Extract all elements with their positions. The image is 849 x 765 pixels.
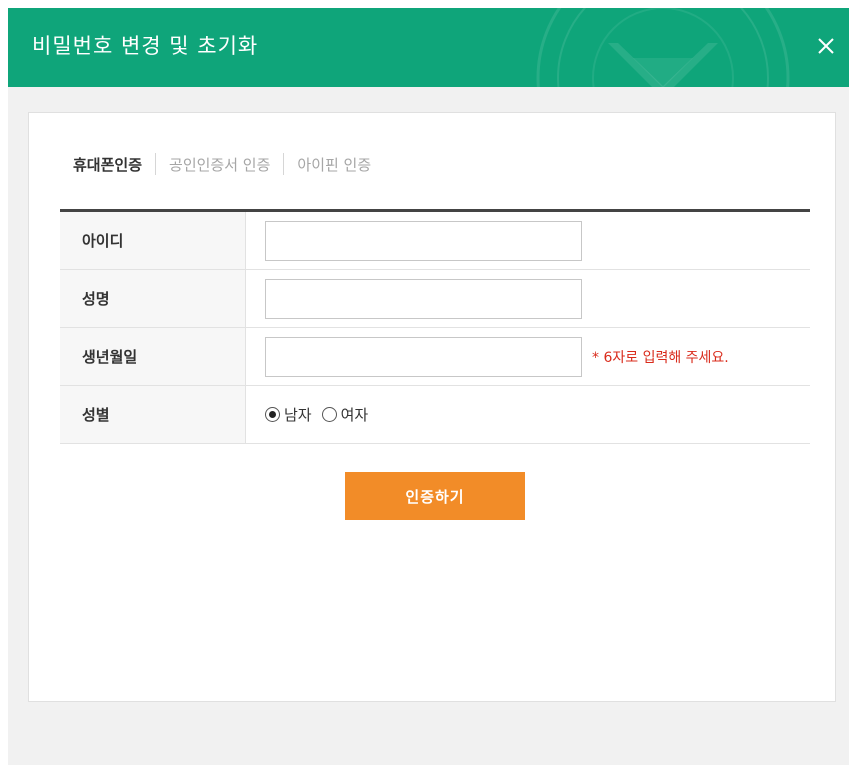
verify-button[interactable]: 인증하기 [345, 472, 525, 520]
verification-tabs: 휴대폰인증 공인인증서 인증 아이핀 인증 [73, 153, 371, 175]
verification-form: 아이디 성명 생년월일 * 6자로 입력해 주세요. 성별 남자 여자 [60, 209, 810, 444]
gender-label: 성별 [60, 386, 246, 443]
id-input[interactable] [265, 220, 582, 261]
gender-male-label: 남자 [284, 406, 312, 424]
tab-ipin-verification[interactable]: 아이핀 인증 [297, 154, 371, 175]
tab-phone-verification[interactable]: 휴대폰인증 [73, 154, 142, 175]
form-row-birthdate: 생년월일 * 6자로 입력해 주세요. [60, 328, 810, 386]
modal-title: 비밀번호 변경 및 초기화 [32, 34, 259, 58]
birthdate-hint: * 6자로 입력해 주세요. [592, 349, 729, 366]
tab-divider [283, 153, 285, 175]
gender-male-radio[interactable]: 남자 [265, 404, 312, 425]
birthdate-label: 생년월일 [60, 328, 246, 385]
gender-female-radio[interactable]: 여자 [321, 404, 369, 425]
id-label: 아이디 [60, 212, 246, 269]
form-row-gender: 성별 남자 여자 [60, 386, 810, 444]
password-reset-modal: 비밀번호 변경 및 초기화 휴대폰인증 공인인증서 인증 아이핀 인증 아이디 … [8, 8, 849, 765]
radio-unselected-icon[interactable] [321, 407, 337, 422]
verification-panel: 휴대폰인증 공인인증서 인증 아이핀 인증 아이디 성명 생년월일 * 6자로 … [28, 112, 836, 702]
gender-female-label: 여자 [340, 406, 369, 424]
radio-selected-icon[interactable] [265, 407, 280, 422]
tab-divider [155, 153, 157, 175]
form-row-name: 성명 [60, 270, 810, 328]
tab-certificate-verification[interactable]: 공인인증서 인증 [169, 154, 270, 175]
birthdate-input[interactable] [265, 336, 582, 377]
form-row-id: 아이디 [60, 212, 810, 270]
university-emblem-watermark [536, 8, 790, 87]
modal-header: 비밀번호 변경 및 초기화 [8, 8, 849, 87]
name-label: 성명 [60, 270, 246, 327]
close-icon[interactable] [815, 35, 837, 57]
name-input[interactable] [265, 278, 582, 319]
